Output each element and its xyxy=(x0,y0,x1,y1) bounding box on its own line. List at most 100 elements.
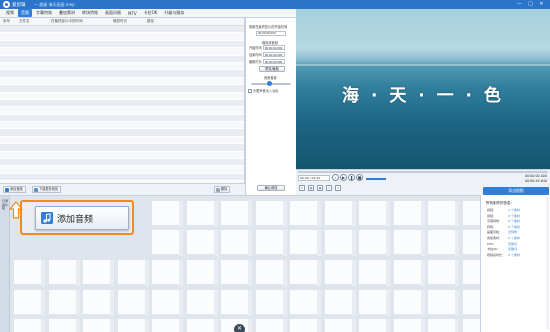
timeline-clip-slot[interactable] xyxy=(254,200,288,227)
timeline-clip-slot[interactable] xyxy=(358,318,391,332)
timeline-clip-slot[interactable] xyxy=(427,229,460,256)
table-row[interactable] xyxy=(0,62,244,71)
timeline-clip-slot[interactable] xyxy=(185,318,219,332)
fade-checkbox[interactable] xyxy=(248,88,252,93)
close-window-button[interactable]: ✕ xyxy=(537,1,546,8)
timeline-clip-slot[interactable] xyxy=(427,200,460,227)
close-icon[interactable]: ✕ xyxy=(234,324,245,332)
timeline-clip-slot[interactable] xyxy=(461,200,480,226)
table-row[interactable] xyxy=(0,151,244,160)
timeline-clip-slot[interactable] xyxy=(392,318,426,332)
table-row[interactable] xyxy=(0,144,244,152)
timeline-clip-slot[interactable] xyxy=(427,289,460,316)
timeline-clip-slot[interactable] xyxy=(392,289,426,316)
timeline-clip-slot[interactable] xyxy=(13,289,46,316)
timeline-clip-slot[interactable] xyxy=(323,229,357,256)
timeline-clip-slot[interactable] xyxy=(82,289,115,316)
add-audio-callout-button[interactable]: 添加音频 xyxy=(35,206,129,230)
tab-style[interactable]: 画面风格 xyxy=(102,9,124,17)
preview-clip-button[interactable]: 预览/截取 xyxy=(259,66,285,72)
timeline-clip-slot[interactable] xyxy=(220,259,253,286)
timeline-clip-slot[interactable] xyxy=(13,259,46,286)
table-row[interactable] xyxy=(0,85,244,93)
timeline-clip-slot[interactable] xyxy=(185,229,219,256)
timeline-clip-slot[interactable] xyxy=(358,259,391,286)
timeline-clip-slot[interactable] xyxy=(47,289,81,316)
table-row[interactable] xyxy=(0,26,244,34)
table-row[interactable] xyxy=(0,107,244,115)
timeline-clip-slot[interactable] xyxy=(151,318,184,332)
timeline-clip-slot[interactable] xyxy=(151,229,184,256)
timeline-clip-slot[interactable] xyxy=(289,200,322,227)
tab-audio[interactable]: 音频 xyxy=(18,9,32,17)
timeline-clip-slot[interactable] xyxy=(82,318,115,332)
play-icon[interactable]: ▶ xyxy=(340,174,347,181)
seek-bar[interactable] xyxy=(298,171,548,173)
minimize-button[interactable]: — xyxy=(515,1,524,8)
table-row[interactable] xyxy=(0,129,244,137)
timeline-clip-slot[interactable] xyxy=(392,259,426,286)
timeline-clip-slot[interactable] xyxy=(461,259,480,285)
timeline-clip-slot[interactable] xyxy=(289,229,322,256)
tab-upgrade[interactable]: 升级与服务 xyxy=(161,9,187,17)
timeline-clip-slot[interactable] xyxy=(254,229,288,256)
info-scrollbar[interactable] xyxy=(546,197,549,329)
crop-icon[interactable]: ▭ xyxy=(299,185,305,191)
timeline-clip-slot[interactable] xyxy=(151,259,184,286)
timeline-clip-slot[interactable] xyxy=(323,289,357,316)
table-row[interactable] xyxy=(0,122,244,130)
time-left-box[interactable]: 00:00 / 01:25 xyxy=(298,175,330,181)
table-row[interactable] xyxy=(0,33,244,41)
share-icon[interactable]: ≺ xyxy=(335,185,341,191)
volume-bar[interactable] xyxy=(366,178,386,180)
timeline-clip-slot[interactable] xyxy=(13,318,46,332)
table-row[interactable] xyxy=(0,114,244,123)
prev-icon[interactable]: ‹ xyxy=(332,174,339,181)
timeline-clip-slot[interactable] xyxy=(254,289,288,316)
timeline-clip-slot[interactable] xyxy=(289,259,322,286)
video-preview[interactable]: 海 · 天 · 一 · 色 xyxy=(296,9,550,169)
timeline-clip-slot[interactable] xyxy=(323,200,357,227)
timeline-clip-slot[interactable] xyxy=(220,289,253,316)
timeline-clip-slot[interactable] xyxy=(392,229,426,256)
table-row[interactable] xyxy=(0,166,244,174)
tab-transition[interactable]: 转场特效 xyxy=(79,9,101,17)
timeline-clip-slot[interactable] xyxy=(116,289,150,316)
timeline-clip-slot[interactable] xyxy=(461,229,480,255)
table-row[interactable] xyxy=(0,136,244,145)
timeline-clip-slot[interactable] xyxy=(47,318,81,332)
table-row[interactable] xyxy=(0,99,244,108)
clip-duration-input[interactable] xyxy=(262,59,285,64)
clip-end-input[interactable] xyxy=(262,52,285,57)
export-video-button[interactable]: 导出视频 xyxy=(483,187,549,195)
timeline-clip-slot[interactable] xyxy=(185,259,219,286)
volume-slider[interactable] xyxy=(251,81,291,86)
snapshot-icon[interactable]: ◉ xyxy=(317,185,323,191)
delete-button[interactable]: 删除 xyxy=(214,186,231,193)
timeline-clip-slot[interactable] xyxy=(116,259,150,286)
timeline-clip-slot[interactable] xyxy=(151,289,184,316)
timeline-clip-slot[interactable] xyxy=(185,289,219,316)
tab-overlay[interactable]: 叠加素材 xyxy=(56,9,78,17)
timeline-clip-slot[interactable] xyxy=(185,200,219,227)
folder-icon[interactable]: ▤ xyxy=(308,185,314,191)
pause-icon[interactable]: ❚ xyxy=(348,174,355,181)
table-row[interactable] xyxy=(0,48,244,56)
confirm-edit-button[interactable]: 确认修改 xyxy=(257,185,285,191)
timeline-clip-slot[interactable] xyxy=(358,229,391,256)
timeline-clip-slot[interactable] xyxy=(289,289,322,316)
volume-slider-knob[interactable] xyxy=(266,81,272,86)
add-audio-button[interactable]: 添加音频 xyxy=(3,186,26,193)
timeline-clip-slot[interactable] xyxy=(358,200,391,227)
timeline-clip-slot[interactable] xyxy=(358,289,391,316)
table-row[interactable] xyxy=(0,70,244,78)
timeline-clip-slot[interactable] xyxy=(47,259,81,286)
timeline-clip-slot[interactable] xyxy=(220,200,253,227)
timeline-clip-slot[interactable] xyxy=(82,259,115,286)
tab-karaoke[interactable]: 卡拉OK xyxy=(141,9,161,17)
timeline-clip-slot[interactable] xyxy=(220,229,253,256)
timeline-clip-slot[interactable] xyxy=(151,200,184,227)
timeline-clip-slot[interactable] xyxy=(461,289,480,315)
stop-icon[interactable]: ■ xyxy=(356,174,363,181)
table-row[interactable] xyxy=(0,159,244,167)
